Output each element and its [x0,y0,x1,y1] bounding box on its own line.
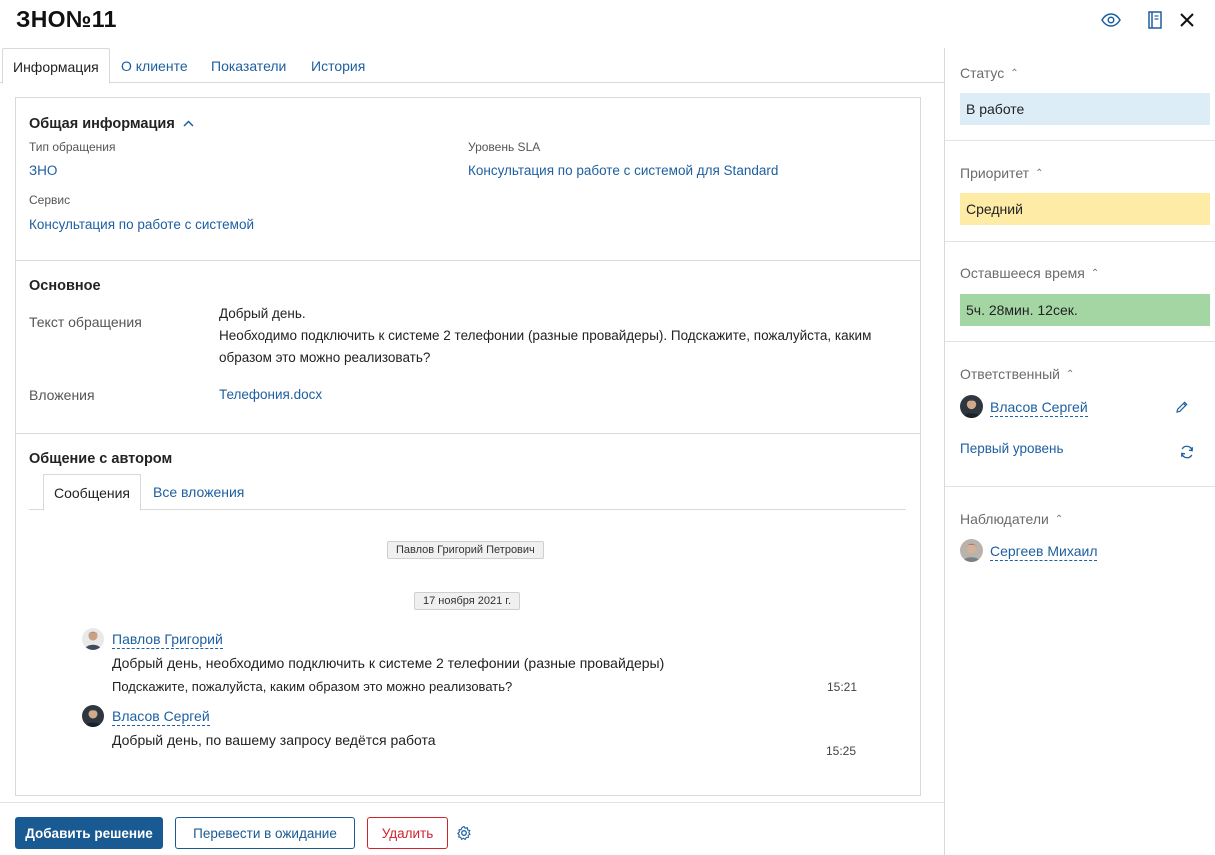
observers-label[interactable]: Наблюдатели ⌃ [960,511,1063,527]
service-value[interactable]: Консультация по работе с системой [29,217,254,232]
message-time: 15:21 [827,680,858,694]
refresh-icon[interactable] [1179,444,1195,463]
avatar [82,705,104,727]
main-title: Основное [29,278,101,294]
general-info-title-text: Общая информация [29,116,175,132]
chevron-up-icon: ⌃ [1065,369,1075,380]
remaining-time-label-text: Оставшееся время [960,265,1085,281]
message-text: Добрый день, необходимо подключить к сис… [112,655,665,671]
service-label: Сервис [29,193,71,207]
request-text-line: Необходимо подключить к системе 2 телефо… [219,328,872,343]
chevron-up-icon: ⌃ [1054,514,1064,525]
pencil-icon[interactable] [1175,400,1189,417]
divider [945,140,1215,141]
responsible-label[interactable]: Ответственный ⌃ [960,366,1074,382]
date-chip: 17 ноября 2021 г. [414,592,520,610]
message-author[interactable]: Павлов Григорий [112,631,223,649]
chevron-up-icon [183,115,194,131]
chevron-up-icon: ⌃ [1010,68,1019,79]
main-card: Основное Текст обращения Добрый день. Не… [15,260,921,434]
request-type-value[interactable]: ЗНО [29,163,57,178]
chat-title: Общение с автором [29,451,173,467]
tab-information[interactable]: Информация [2,48,110,84]
request-text-label: Текст обращения [29,314,142,330]
divider [945,486,1215,487]
tab-indicators[interactable]: Показатели [211,48,286,82]
delete-button[interactable]: Удалить [367,817,448,849]
responsible-level[interactable]: Первый уровень [960,441,1064,456]
responsible-person[interactable]: Власов Сергей [990,399,1088,417]
attachments-label: Вложения [29,387,95,403]
gear-icon[interactable] [456,825,472,841]
request-text: Добрый день. Необходимо подключить к сис… [219,303,871,369]
to-waiting-button[interactable]: Перевести в ожидание [175,817,355,849]
message-author[interactable]: Власов Сергей [112,708,210,726]
request-text-line: образом это можно реализовать? [219,350,431,365]
divider [945,341,1215,342]
responsible-label-text: Ответственный [960,366,1060,382]
message-text: Добрый день, по вашему запросу ведётся р… [112,732,436,748]
tab-all-attachments[interactable]: Все вложения [153,474,244,509]
chat-card: Общение с автором Сообщения Все вложения… [15,433,921,796]
observers-label-text: Наблюдатели [960,511,1049,527]
sla-level-value[interactable]: Консультация по работе с системой для St… [468,163,778,178]
chat-tabs: Сообщения Все вложения [29,474,906,511]
eye-icon[interactable] [1099,8,1123,32]
message-text: Подскажите, пожалуйста, каким образом эт… [112,679,513,694]
general-info-card: Общая информация Тип обращения ЗНО Урове… [15,97,921,261]
request-text-line: Добрый день. [219,306,306,321]
add-solution-button[interactable]: Добавить решение [15,817,163,849]
priority-label[interactable]: Приоритет ⌃ [960,165,1043,181]
tab-messages[interactable]: Сообщения [43,474,141,511]
remaining-time-value: 5ч. 28мин. 12сек. [960,294,1210,326]
priority-value[interactable]: Средний [960,193,1210,225]
message-time: 15:25 [826,744,857,758]
footer-divider [0,802,944,803]
sla-level-label: Уровень SLA [468,140,541,154]
request-type-label: Тип обращения [29,140,116,154]
status-label[interactable]: Статус ⌃ [960,65,1019,81]
chevron-up-icon: ⌃ [1035,168,1044,179]
avatar [82,628,104,650]
avatar [960,395,983,418]
avatar [960,539,983,562]
attachment-link[interactable]: Телефония.docx [219,387,322,402]
tab-history[interactable]: История [311,48,365,82]
right-panel: Статус ⌃ В работе Приоритет ⌃ Средний Оста… [944,48,1215,855]
page-title: ЗНО№11 [16,6,117,32]
participant-chip: Павлов Григорий Петрович [387,541,544,559]
divider [945,241,1215,242]
status-label-text: Статус [960,65,1005,81]
observer-person[interactable]: Сергеев Михаил [990,543,1098,561]
chevron-up-icon: ⌃ [1090,268,1100,279]
status-value[interactable]: В работе [960,93,1210,125]
priority-label-text: Приоритет [960,165,1030,181]
general-info-title[interactable]: Общая информация [29,115,194,132]
close-icon[interactable] [1175,8,1199,32]
tab-about-client[interactable]: О клиенте [121,48,188,82]
remaining-time-label[interactable]: Оставшееся время ⌃ [960,265,1099,281]
book-icon[interactable] [1143,8,1167,32]
main-tabs: Информация О клиенте Показатели История [0,48,944,84]
